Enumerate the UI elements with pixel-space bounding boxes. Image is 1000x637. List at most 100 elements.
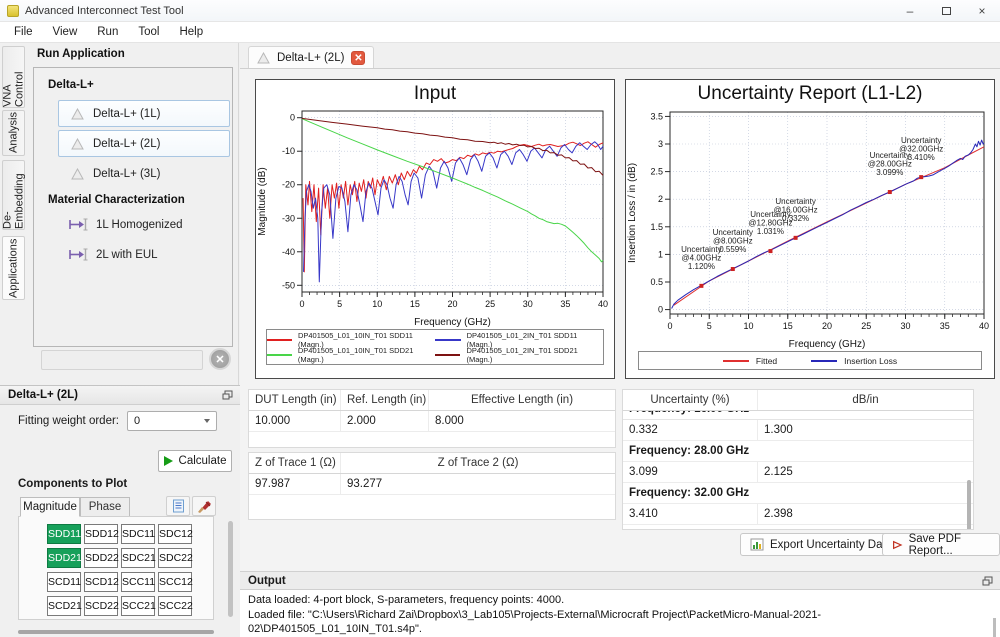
delta-3l-label: Delta-L+ (3L) [93, 168, 160, 180]
component-button-scd21[interactable]: SCD21 [47, 596, 81, 616]
legend-label: Fitted [756, 356, 777, 366]
menu-file[interactable]: File [4, 23, 43, 41]
document-tab[interactable]: Delta-L+ (2L) ✕ [248, 46, 374, 69]
table-cell[interactable]: 2.125 [758, 462, 973, 482]
table-cell[interactable]: 93.277 [341, 474, 615, 494]
mapsto-icon [68, 218, 88, 231]
svg-text:0: 0 [658, 305, 663, 315]
table-cell[interactable]: 1.300 [758, 420, 973, 440]
document-tab-label: Delta-L+ (2L) [277, 52, 344, 64]
applications-groupbox: Delta-L+ Delta-L+ (1L) Delta-L+ (2L) Del… [33, 67, 233, 347]
tab-phase[interactable]: Phase [80, 497, 130, 517]
maximize-icon[interactable] [928, 0, 964, 22]
column-header: DUT Length (in) [249, 390, 341, 410]
delta-2l-button[interactable]: Delta-L+ (2L) [58, 130, 230, 157]
component-button-sdd21[interactable]: SDD21 [47, 548, 81, 568]
svg-text:2.5: 2.5 [650, 167, 663, 177]
fitting-weight-select[interactable]: 0 [127, 411, 217, 431]
component-button-sdc11[interactable]: SDC11 [121, 524, 155, 544]
table-cell[interactable]: 0.332 [623, 420, 758, 440]
component-button-sdc21[interactable]: SDC21 [121, 548, 155, 568]
table-cell[interactable]: 10.000 [249, 411, 341, 431]
sidebar-tab-de-embedding[interactable]: De-Embedding [2, 160, 25, 230]
tab-magnitude[interactable]: Magnitude [20, 497, 80, 517]
clipped-group-row: Frequency: 16.00 GHz [623, 411, 973, 420]
components-list-icon[interactable] [166, 496, 190, 516]
legend-swatch [267, 339, 292, 341]
component-button-sdd11[interactable]: SDD11 [47, 524, 81, 544]
save-pdf-label: Save PDF Report... [909, 533, 990, 557]
output-scrollbar[interactable] [993, 618, 996, 637]
sidebar-tab-applications[interactable]: Applications [2, 236, 25, 300]
svg-text:0.5: 0.5 [650, 277, 663, 287]
fitting-weight-label: Fitting weight order: [18, 415, 119, 427]
svg-text:0: 0 [290, 113, 295, 123]
delta-3l-button[interactable]: Delta-L+ (3L) [58, 160, 230, 187]
svg-text:Frequency (GHz): Frequency (GHz) [789, 339, 866, 350]
table-cell[interactable]: 8.000 [429, 411, 615, 431]
component-button-sdc12[interactable]: SDC12 [158, 524, 192, 544]
svg-text:1.120%: 1.120% [688, 262, 715, 271]
legend-item: Fitted [723, 356, 777, 366]
component-button-scd22[interactable]: SCD22 [84, 596, 118, 616]
delta-1l-label: Delta-L+ (1L) [93, 108, 160, 120]
component-button-sdd12[interactable]: SDD12 [84, 524, 118, 544]
output-log: Data loaded: 4-port block, S-parameters,… [240, 590, 1000, 637]
material-1l-homogenized[interactable]: 1L Homogenized [68, 218, 183, 231]
component-button-scc22[interactable]: SCC22 [158, 596, 192, 616]
sidebar-tab-vna-control[interactable]: VNA Control [2, 46, 25, 108]
uncertainty-table-scrollbar[interactable] [967, 480, 971, 530]
legend-label: DP401505_L01_2IN_T01 SDD21 (Magn.) [466, 346, 603, 364]
fitting-weight-value: 0 [134, 415, 140, 427]
svg-text:0: 0 [667, 321, 672, 331]
svg-text:3: 3 [658, 139, 663, 149]
calculate-button[interactable]: Calculate [158, 450, 232, 472]
svg-text:35: 35 [940, 321, 950, 331]
output-header: Output [240, 571, 1000, 590]
component-button-sdd22[interactable]: SDD22 [84, 548, 118, 568]
app-icon [7, 5, 19, 17]
component-button-scc11[interactable]: SCC11 [121, 572, 155, 592]
legend-swatch [267, 354, 292, 356]
component-button-sdc22[interactable]: SDC22 [158, 548, 192, 568]
svg-text:30: 30 [523, 299, 533, 309]
svg-text:0.332%: 0.332% [782, 214, 809, 223]
component-button-scc21[interactable]: SCC21 [121, 596, 155, 616]
vertical-scrollbar[interactable] [228, 521, 233, 617]
cancel-icon[interactable]: ✕ [209, 348, 231, 370]
svg-text:5: 5 [337, 299, 342, 309]
menu-tool[interactable]: Tool [128, 23, 169, 41]
tab-close-icon[interactable]: ✕ [351, 51, 365, 65]
uncertainty-chart-title: Uncertainty Report (L1-L2) [626, 80, 994, 106]
component-button-scd12[interactable]: SCD12 [84, 572, 118, 592]
output-panel: Output Data loaded: 4-port block, S-para… [240, 571, 1000, 637]
component-button-scd11[interactable]: SCD11 [47, 572, 81, 592]
minimize-icon[interactable]: – [892, 0, 928, 22]
svg-text:-30: -30 [282, 213, 295, 223]
table-cell[interactable]: 3.099 [623, 462, 758, 482]
delta-2l-panel-header: Delta-L+ (2L) [0, 386, 240, 405]
clear-plot-icon[interactable] [192, 496, 216, 516]
save-pdf-button[interactable]: Save PDF Report... [882, 533, 1000, 556]
material-2l-with-eul[interactable]: 2L with EUL [68, 248, 158, 261]
table-cell[interactable]: 97.987 [249, 474, 341, 494]
svg-text:30: 30 [900, 321, 910, 331]
sidebar-tab-analysis[interactable]: Analysis [2, 110, 25, 156]
float-icon[interactable] [982, 576, 993, 589]
menu-run[interactable]: Run [87, 23, 128, 41]
delta-group-label: Delta-L+ [48, 79, 94, 91]
svg-text:1: 1 [658, 249, 663, 259]
table-cell[interactable]: 2.000 [341, 411, 429, 431]
table-cell[interactable]: 3.410 [623, 504, 758, 524]
legend-swatch [723, 360, 749, 362]
table-header-row: DUT Length (in)Ref. Length (in)Effective… [249, 390, 615, 411]
close-icon[interactable]: × [964, 0, 1000, 22]
horizontal-scrollbar[interactable] [18, 630, 214, 634]
material-2l-label: 2L with EUL [96, 249, 158, 261]
menu-view[interactable]: View [43, 23, 88, 41]
component-button-scc12[interactable]: SCC12 [158, 572, 192, 592]
float-icon[interactable] [222, 390, 233, 403]
menu-help[interactable]: Help [169, 23, 213, 41]
delta-1l-button[interactable]: Delta-L+ (1L) [58, 100, 230, 127]
table-cell[interactable]: 2.398 [758, 504, 973, 524]
